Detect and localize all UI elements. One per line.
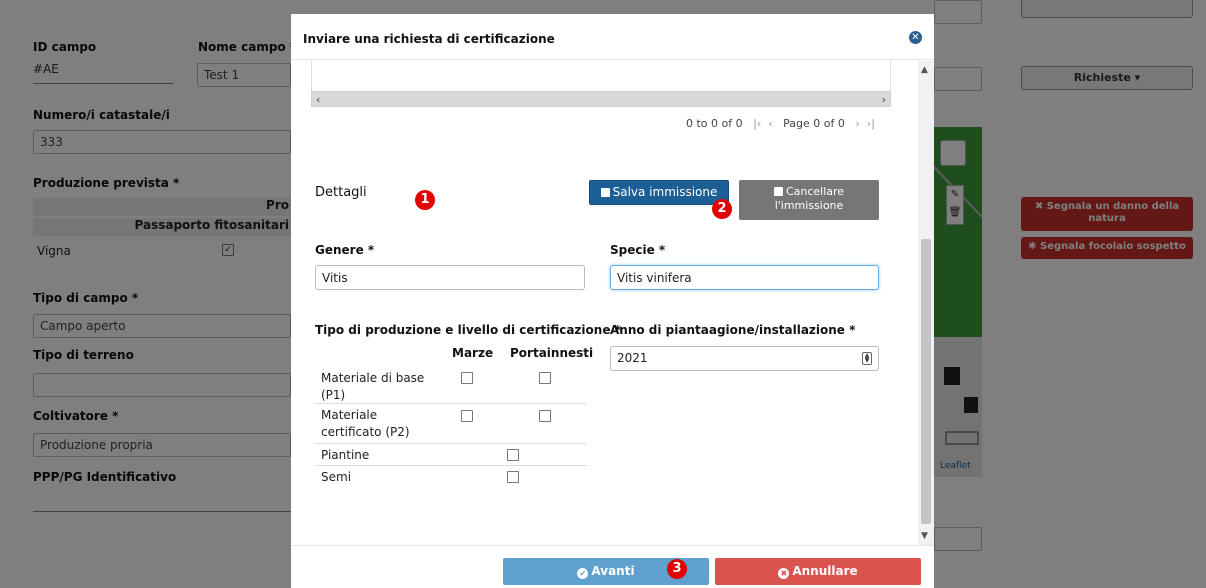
check-circle-icon: ✔ (577, 568, 589, 579)
prev-page-icon[interactable]: ‹ (768, 117, 772, 130)
certification-request-modal: Inviare una richiesta di certificazione … (291, 14, 934, 588)
pager-range: 0 to 0 of 0 (686, 117, 743, 130)
pager-page: Page 0 of 0 (783, 117, 845, 130)
modal-body: ‹ › 0 to 0 of 0 |‹ ‹ Page 0 of 0 › ›| De… (291, 61, 934, 545)
scroll-left-icon[interactable]: ‹ (316, 93, 320, 106)
species-label: Specie * (610, 243, 666, 257)
certification-type-label: Tipo di produzione e livello di certific… (315, 323, 621, 337)
p1-rootstocks-checkbox[interactable] (539, 372, 551, 384)
p2-rootstocks-checkbox[interactable] (539, 410, 551, 422)
grid-pager: 0 to 0 of 0 |‹ ‹ Page 0 of 0 › ›| (686, 117, 875, 130)
annotation-badge-3: 3 (667, 559, 687, 579)
table-row: Semi (315, 468, 587, 488)
last-page-icon[interactable]: ›| (867, 117, 875, 130)
scroll-down-icon[interactable]: ▼ (921, 531, 928, 541)
seeds-checkbox[interactable] (507, 471, 519, 483)
details-section-title: Dettagli (315, 185, 367, 200)
modal-header: Inviare una richiesta di certificazione … (291, 14, 934, 60)
first-page-icon[interactable]: |‹ (753, 117, 761, 130)
p1-scions-checkbox[interactable] (461, 372, 473, 384)
col-header-rootstocks: Portainnesti (510, 346, 594, 360)
save-entry-button[interactable]: Salva immissione (589, 180, 729, 205)
modal-footer: ✔ Avanti 3 ✖ Annullare (291, 545, 934, 588)
annotation-badge-2: 2 (712, 199, 732, 219)
cancel-button[interactable]: ✖ Annullare (715, 558, 921, 585)
scroll-up-icon[interactable]: ▲ (921, 65, 928, 75)
p2-scions-checkbox[interactable] (461, 410, 473, 422)
planting-year-label: Anno di piantaagione/installazione * (610, 323, 856, 337)
genus-label: Genere * (315, 243, 375, 257)
delete-entry-button[interactable]: Cancellare l'immissione (739, 180, 879, 220)
table-row: Materiale certificato (P2) (315, 406, 587, 444)
stepper-arrows-icon[interactable]: ▲ ▼ (862, 352, 872, 365)
table-row: Piantine (315, 446, 587, 466)
scroll-right-icon[interactable]: › (882, 93, 886, 106)
col-header-scions: Marze (452, 346, 494, 360)
annotation-badge-1: 1 (415, 190, 435, 210)
close-icon[interactable]: ✕ (909, 31, 922, 44)
grid-horizontal-scrollbar[interactable]: ‹ › (311, 91, 891, 107)
save-icon (773, 187, 783, 196)
species-input[interactable] (610, 265, 879, 290)
table-row: Materiale di base (P1) (315, 368, 587, 404)
seedlings-checkbox[interactable] (507, 449, 519, 461)
save-icon (600, 188, 610, 197)
next-page-icon[interactable]: › (855, 117, 859, 130)
scroll-thumb[interactable] (921, 239, 931, 524)
genus-input[interactable] (315, 265, 585, 290)
planting-year-stepper[interactable]: 2021 ▲ ▼ (610, 346, 879, 371)
modal-title: Inviare una richiesta di certificazione (303, 32, 555, 46)
modal-vertical-scrollbar[interactable]: ▲ ▼ (918, 61, 934, 545)
x-circle-icon: ✖ (778, 568, 790, 579)
